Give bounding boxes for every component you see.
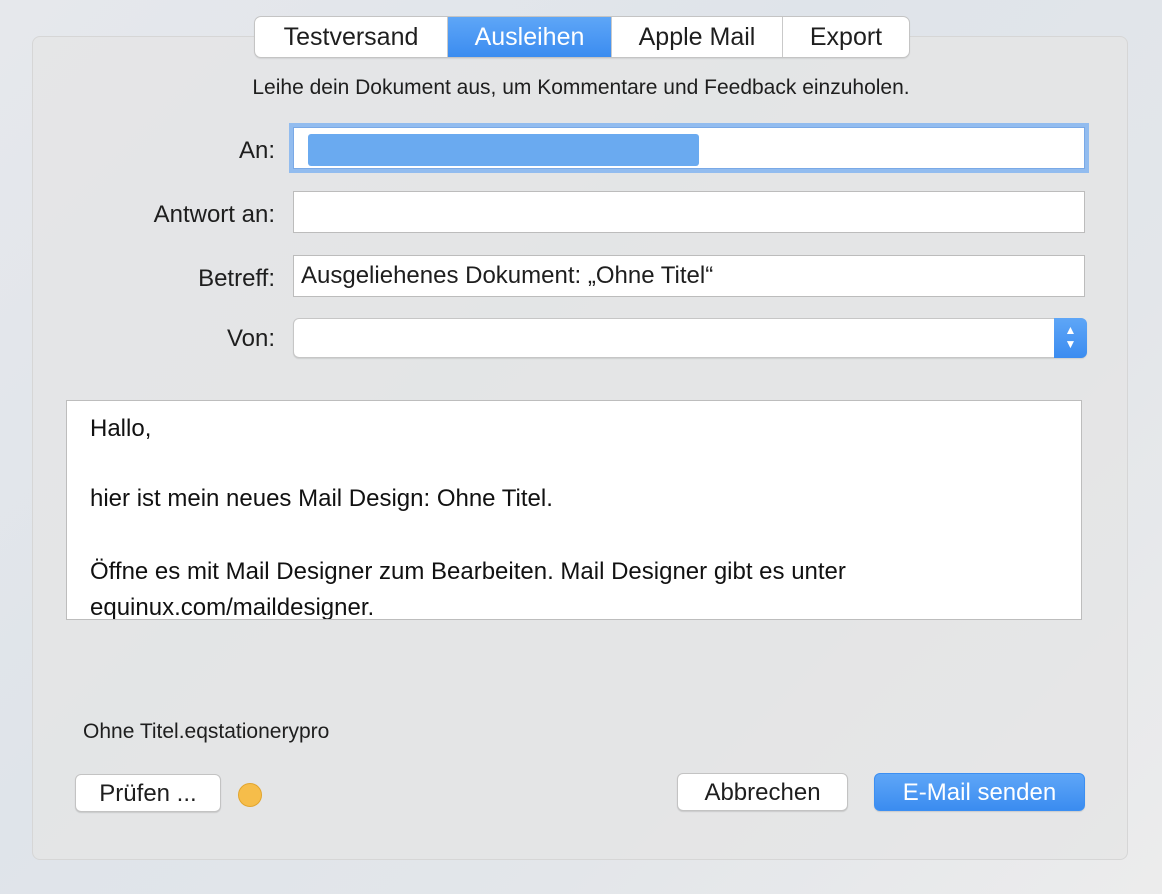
reply-to-label: Antwort an: — [153, 201, 275, 228]
message-line: Öffne es mit Mail Designer zum Bearbeite… — [90, 558, 846, 585]
tab-ausleihen[interactable]: Ausleihen — [448, 17, 612, 57]
reply-to-field[interactable] — [293, 191, 1085, 233]
to-label: An: — [238, 137, 275, 164]
attachment-filename: Ohne Titel.eqstationerypro — [83, 720, 330, 743]
up-down-chevron-icon[interactable]: ▲ ▼ — [1054, 318, 1087, 358]
message-line: Hallo, — [90, 415, 152, 442]
from-label: Von: — [226, 325, 275, 352]
from-popup[interactable]: ▲ ▼ — [293, 318, 1087, 358]
tab-apple-mail[interactable]: Apple Mail — [612, 17, 783, 57]
tab-bar: Testversand Ausleihen Apple Mail Export — [254, 16, 910, 58]
message-body[interactable]: Hallo, hier ist mein neues Mail Design: … — [66, 400, 1082, 620]
tab-testversand[interactable]: Testversand — [255, 17, 448, 57]
send-email-button[interactable]: E-Mail senden — [874, 773, 1085, 811]
subject-field[interactable]: Ausgeliehenes Dokument: „Ohne Titel“ — [293, 255, 1085, 297]
to-field[interactable] — [293, 127, 1085, 169]
cancel-button[interactable]: Abbrechen — [677, 773, 848, 811]
to-text-selection — [308, 134, 699, 166]
message-line: hier ist mein neues Mail Design: Ohne Ti… — [90, 485, 553, 512]
tab-export[interactable]: Export — [783, 17, 909, 57]
status-dot-icon — [238, 783, 262, 807]
intro-text: Leihe dein Dokument aus, um Kommentare u… — [252, 76, 910, 99]
message-line: equinux.com/maildesigner. — [90, 594, 375, 620]
subject-label: Betreff: — [198, 265, 275, 292]
check-button[interactable]: Prüfen ... — [75, 774, 221, 812]
